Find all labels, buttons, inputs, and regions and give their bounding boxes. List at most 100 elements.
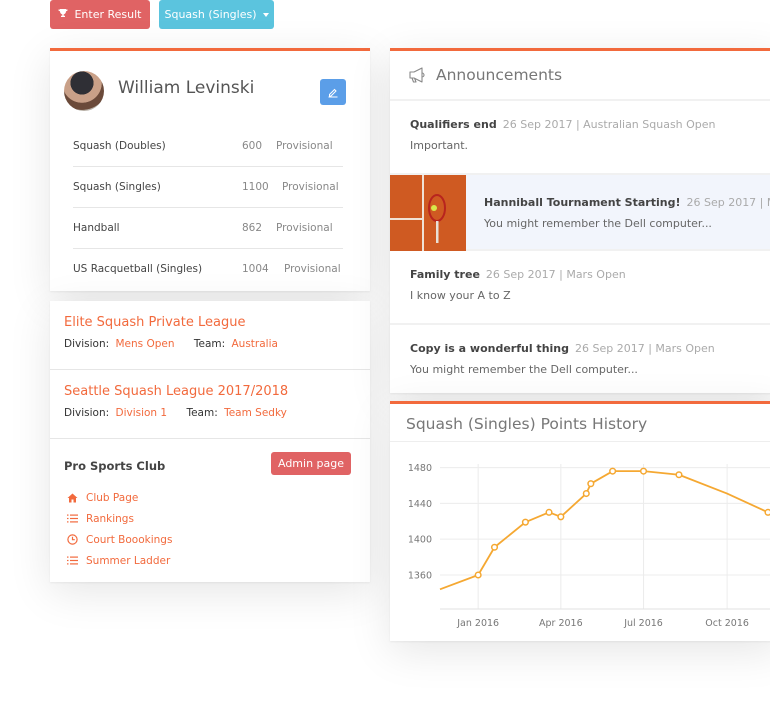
announcements-card: Announcements Qualifiers end 26 Sep 2017 … (390, 48, 770, 393)
enter-result-label: Enter Result (74, 8, 142, 21)
profile-card: William Levinski Squash (Doubles) 600 Pr… (50, 48, 370, 291)
x-tick-label: Jul 2016 (623, 618, 663, 629)
data-point (582, 489, 590, 498)
megaphone-icon (409, 67, 425, 83)
rating-status: Provisional (276, 222, 333, 234)
team-label: Team: (186, 407, 218, 419)
announcements-title: Announcements (436, 66, 563, 84)
profile-name: William Levinski (118, 78, 255, 98)
y-tick-label: 1440 (408, 499, 432, 510)
league-item: Seattle Squash League 2017/2018 Division… (50, 370, 370, 439)
club-link-rankings[interactable]: Rankings (66, 508, 172, 529)
team-label: Team: (193, 338, 226, 350)
club-link-label: Summer Ladder (86, 554, 171, 567)
data-point (639, 467, 648, 475)
admin-page-button[interactable]: Admin page (271, 452, 351, 475)
rating-points: 1004 (242, 263, 269, 275)
sport-select-dropdown[interactable]: Squash (Singles) (159, 0, 274, 29)
rating-row: Squash (Doubles) 600 Provisional (73, 126, 343, 167)
announcement-thumbnail (390, 175, 466, 251)
club-link-club-page[interactable]: Club Page (66, 487, 172, 508)
announcement-meta: 26 Sep 2017 | Mars Open (575, 342, 715, 355)
rating-points: 600 (242, 140, 263, 152)
league-meta: Division: Division 1 Team: Team Sedky (64, 407, 370, 419)
club-link-summer-ladder[interactable]: Summer Ladder (66, 550, 172, 571)
league-meta: Division: Mens Open Team: Australia (64, 338, 370, 350)
y-tick-label: 1400 (408, 535, 432, 546)
x-tick-label: Oct 2016 (705, 618, 749, 629)
announcement-title: Qualifiers end (410, 118, 497, 131)
y-tick-label: 1360 (408, 570, 432, 581)
rating-status: Provisional (276, 140, 333, 152)
data-point (490, 543, 499, 551)
announcement-title: Family tree (410, 268, 480, 281)
division-label: Division: (64, 407, 110, 419)
league-item: Elite Squash Private League Division: Me… (50, 301, 370, 370)
announcement-meta: 26 Sep 2017 | Australian Squash Open (502, 118, 716, 131)
rating-row: Handball 862 Provisional (73, 208, 343, 249)
points-history-card: Squash (Singles) Points History 1360 1400… (390, 401, 770, 641)
rating-sport: Squash (Singles) (73, 181, 161, 193)
chart-title: Squash (Singles) Points History (390, 404, 770, 442)
data-point (609, 467, 617, 475)
edit-profile-button[interactable] (320, 79, 346, 105)
list-icon (66, 556, 78, 565)
division-link[interactable]: Mens Open (115, 338, 174, 350)
home-icon (66, 493, 78, 503)
team-link[interactable]: Australia (232, 338, 278, 350)
rating-sport: Handball (73, 222, 120, 234)
points-history-chart: 1360 1400 1440 1480 Jan 2016 Apr 2016 Jul 2016… (408, 463, 770, 629)
announcement-item[interactable]: Family tree 26 Sep 2017 | Mars Open I kno… (390, 251, 770, 325)
sport-select-label: Squash (Singles) (164, 8, 257, 21)
pencil-icon (328, 88, 338, 98)
club-name: Pro Sports Club (64, 459, 166, 473)
announcement-meta: 26 Sep 2017 | Mars Open (686, 196, 770, 209)
division-label: Division: (64, 338, 110, 350)
announcement-body: I know your A to Z (410, 289, 511, 302)
club-link-label: Rankings (86, 512, 134, 525)
rating-row: Squash (Singles) 1100 Provisional (73, 167, 343, 208)
announcement-item[interactable]: Qualifiers end 26 Sep 2017 | Australian S… (390, 101, 770, 175)
series-line (439, 470, 769, 591)
avatar (64, 71, 104, 111)
announcement-item[interactable]: Copy is a wonderful thing 26 Sep 2017 | M… (390, 325, 770, 393)
club-link-label: Court Boookings (86, 533, 173, 546)
x-tick-label: Jan 2016 (456, 618, 499, 629)
league-name-link[interactable]: Seattle Squash League 2017/2018 (64, 384, 370, 399)
data-point (764, 508, 770, 516)
ratings-list: Squash (Doubles) 600 Provisional Squash … (73, 126, 343, 290)
caret-down-icon (262, 12, 269, 17)
announcement-item-featured[interactable]: Hanniball Tournament Starting! 26 Sep 201… (390, 175, 770, 251)
rating-row: US Racquetball (Singles) 1004 Provisiona… (73, 249, 343, 290)
announcement-meta: 26 Sep 2017 | Mars Open (485, 268, 626, 281)
announcements-header: Announcements (390, 51, 770, 101)
announcement-title: Copy is a wonderful thing (410, 342, 569, 355)
data-point (474, 571, 482, 579)
rating-status: Provisional (284, 263, 341, 275)
rating-status: Provisional (282, 181, 339, 193)
data-point (545, 508, 553, 516)
clock-icon (66, 534, 78, 545)
list-icon (66, 514, 78, 523)
club-section: Pro Sports Club Admin page Club Page Ran… (50, 439, 370, 567)
data-point (521, 518, 529, 526)
announcement-body: Important. (410, 139, 469, 152)
club-links: Club Page Rankings Court Boookings Summe… (66, 487, 172, 571)
team-link[interactable]: Team Sedky (224, 407, 287, 419)
club-link-court-bookings[interactable]: Court Boookings (66, 529, 172, 550)
rating-points: 1100 (242, 181, 269, 193)
rating-points: 862 (242, 222, 263, 234)
leagues-card: Elite Squash Private League Division: Me… (50, 301, 370, 582)
division-link[interactable]: Division 1 (115, 407, 167, 419)
rating-sport: Squash (Doubles) (73, 140, 166, 152)
league-name-link[interactable]: Elite Squash Private League (64, 315, 370, 330)
club-link-label: Club Page (86, 491, 139, 504)
trophy-icon (58, 8, 68, 21)
announcement-title: Hanniball Tournament Starting! (484, 196, 681, 209)
rating-sport: US Racquetball (Singles) (73, 263, 203, 275)
announcement-body: You might remember the Dell computer... (410, 363, 638, 376)
data-point (587, 480, 595, 488)
x-tick-label: Apr 2016 (539, 618, 583, 629)
data-point (557, 513, 565, 521)
enter-result-button[interactable]: Enter Result (50, 0, 150, 29)
